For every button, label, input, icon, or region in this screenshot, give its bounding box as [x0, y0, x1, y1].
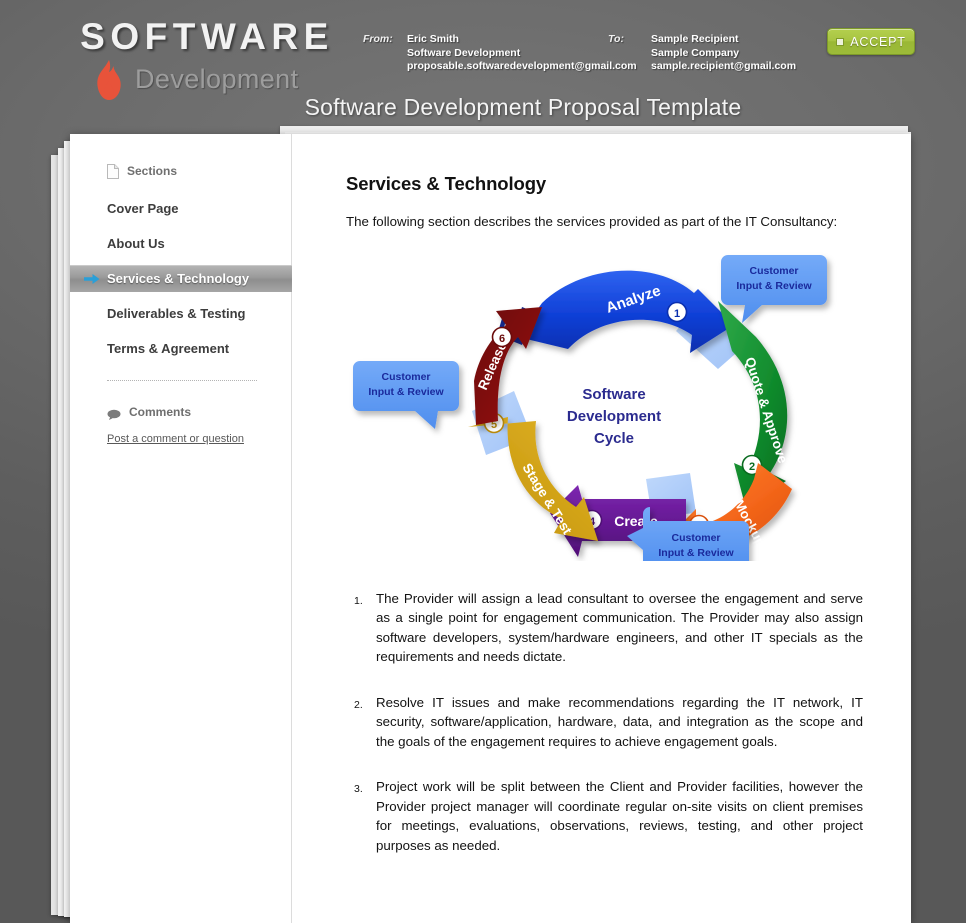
list-item: Resolve IT issues and make recommendatio…: [354, 694, 863, 749]
list-item: Project work will be split between the C…: [354, 779, 863, 853]
section-intro: The following section describes the serv…: [346, 214, 838, 229]
services-points-list: The Provider will assign a lead consulta…: [346, 589, 863, 856]
to-label: To:: [608, 33, 624, 45]
sidebar-item-label: Services & Technology: [107, 271, 250, 286]
comments-label: Comments: [129, 405, 192, 419]
sidebar-item-label: Terms & Agreement: [107, 341, 230, 356]
callout-line2: Input & Review: [658, 547, 734, 559]
stage-number-1: 1: [674, 308, 680, 320]
stage-number-2: 2: [749, 461, 755, 473]
diagram-center-line1: Software: [582, 386, 645, 403]
stage-number-6: 6: [499, 333, 505, 345]
sidebar-item-label: Cover Page: [107, 201, 179, 216]
sidebar-sections-header: Sections: [70, 160, 291, 182]
comments-header: Comments: [70, 403, 291, 421]
sidebar: Sections Cover Page About Us Services & …: [70, 134, 292, 923]
sidebar-item-deliverables-testing[interactable]: Deliverables & Testing: [70, 300, 291, 327]
callout-line1: Customer: [671, 532, 720, 544]
document-content: Services & Technology The following sect…: [292, 134, 911, 923]
callout-line1: Customer: [381, 371, 430, 383]
list-item: The Provider will assign a lead consulta…: [354, 590, 863, 665]
recipient-info: To: Sample Recipient Sample Company samp…: [608, 33, 796, 74]
page-header: SOFTWARE Development From: Eric Smith So…: [0, 0, 966, 132]
post-comment-link[interactable]: Post a comment or question: [107, 433, 244, 445]
callout-line1: Customer: [749, 265, 798, 277]
sidebar-item-cover-page[interactable]: Cover Page: [70, 195, 291, 222]
from-company: Software Development: [407, 46, 521, 59]
logo-secondary-text: Development: [135, 64, 299, 95]
sidebar-item-label: About Us: [107, 236, 165, 251]
sidebar-item-terms-agreement[interactable]: Terms & Agreement: [70, 335, 291, 362]
sender-info: From: Eric Smith Software Development pr…: [363, 33, 637, 74]
diagram-center-line2: Development: [567, 408, 661, 425]
to-email: sample.recipient@gmail.com: [651, 60, 797, 73]
app-window: SOFTWARE Development From: Eric Smith So…: [0, 0, 966, 923]
callout-line2: Input & Review: [368, 386, 444, 398]
page-title: Software Development Proposal Template: [304, 94, 742, 120]
sidebar-sections-label: Sections: [127, 164, 178, 178]
to-name: Sample Recipient: [651, 33, 739, 45]
checkbox-square-icon: [836, 37, 845, 46]
from-name: Eric Smith: [407, 33, 459, 45]
section-title: Services & Technology: [346, 173, 547, 194]
speech-bubble-icon: [107, 407, 121, 420]
page-icon: [107, 163, 119, 179]
callout-line2: Input & Review: [736, 280, 812, 292]
document-page: Sections Cover Page About Us Services & …: [70, 134, 911, 923]
accept-button-label: ACCEPT: [850, 34, 906, 49]
sidebar-item-label: Deliverables & Testing: [107, 306, 246, 321]
from-email: proposable.softwaredevelopment@gmail.com: [407, 60, 637, 73]
software-development-cycle-diagram: Analyze 1 Quote & Approve 2 Mockup Creat…: [346, 241, 866, 561]
sidebar-divider: [107, 380, 257, 381]
to-company: Sample Company: [651, 46, 740, 59]
from-label: From:: [363, 33, 393, 45]
accept-button[interactable]: ACCEPT: [827, 28, 915, 55]
diagram-center-line3: Cycle: [594, 430, 634, 447]
arrow-right-icon: [84, 273, 100, 285]
sidebar-item-about-us[interactable]: About Us: [70, 230, 291, 257]
logo-primary-text: SOFTWARE: [80, 16, 334, 57]
sidebar-item-services-technology[interactable]: Services & Technology: [70, 265, 292, 292]
brand-logo[interactable]: SOFTWARE Development: [70, 16, 340, 101]
